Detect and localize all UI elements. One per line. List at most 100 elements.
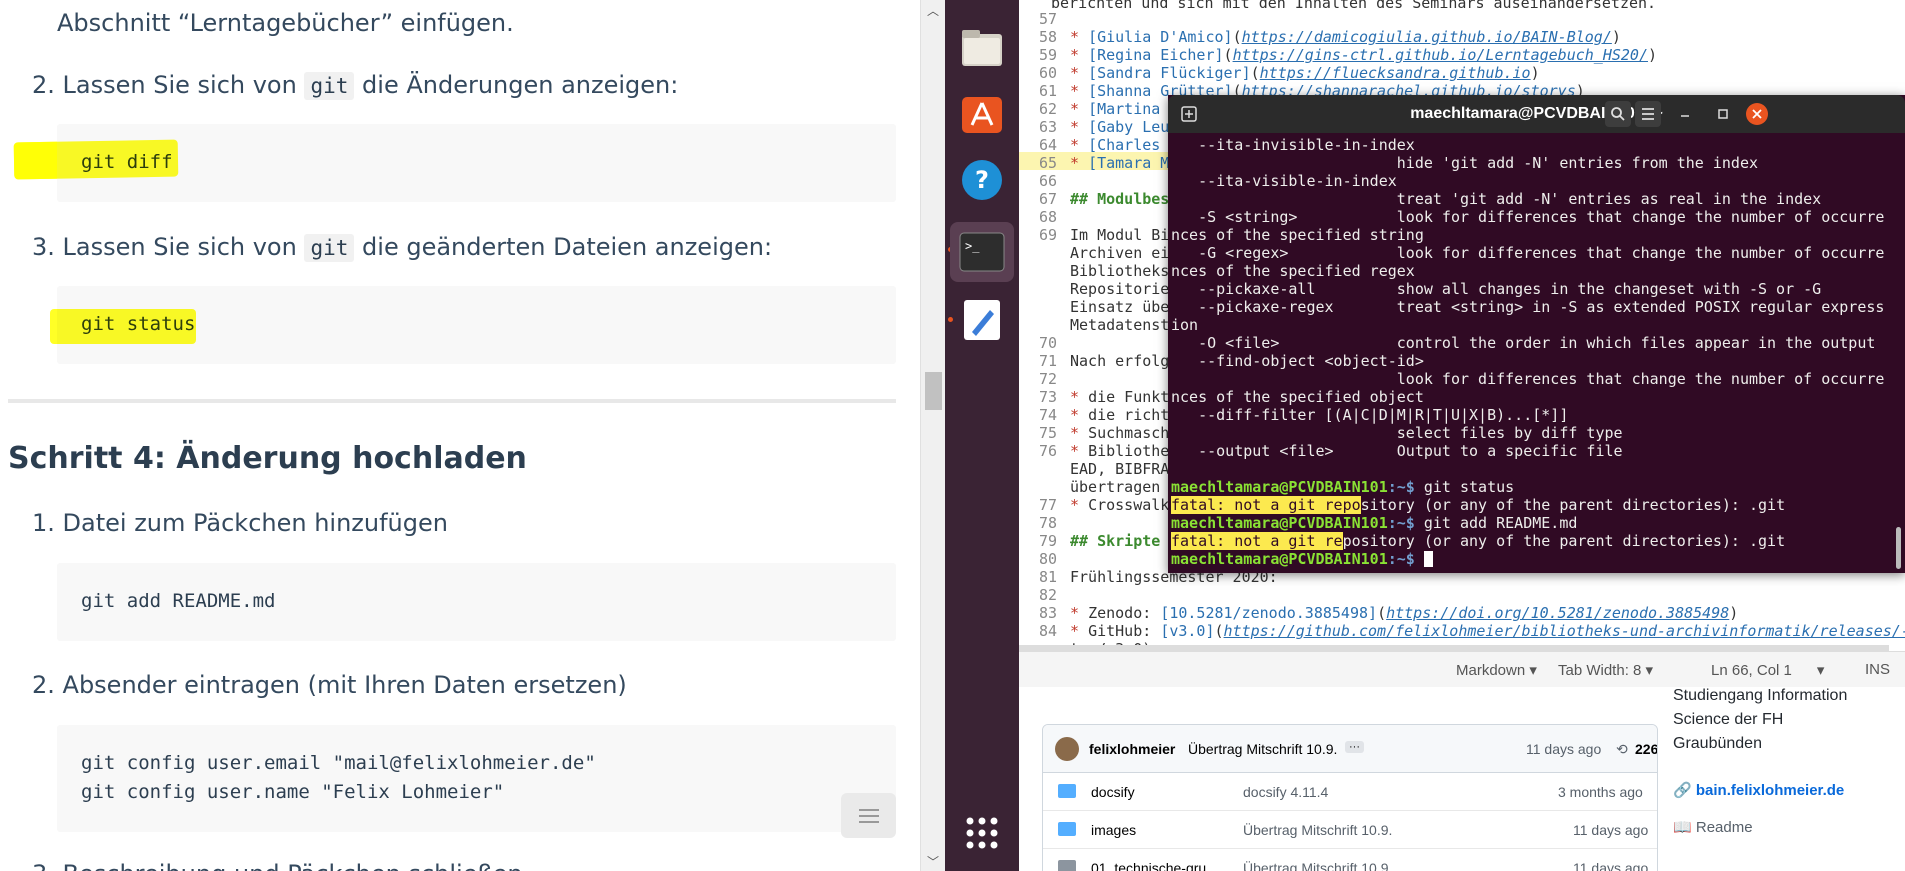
minimize-icon[interactable]	[1672, 101, 1698, 127]
maximize-icon[interactable]	[1710, 101, 1736, 127]
terminal-scrollbar[interactable]	[1896, 527, 1901, 569]
editor-line: EAD, BIBFRAME	[1019, 460, 1187, 478]
help-icon[interactable]: ?	[957, 155, 1007, 205]
terminal-line: -O <file> control the order in which fil…	[1171, 334, 1876, 352]
history-icon[interactable]: ⟲	[1616, 741, 1628, 758]
editor-line: Bibliothekska	[1019, 262, 1187, 280]
editor-line: 64 * [Charles Wi	[1019, 136, 1187, 154]
expand-commit-button[interactable]: ···	[1345, 741, 1364, 753]
show-apps-icon[interactable]	[957, 808, 1007, 858]
list-item-2: 2. Absender eintragen (mit Ihren Daten e…	[32, 671, 627, 699]
md-bullet: *	[1070, 100, 1080, 118]
md-bullet: *	[1070, 154, 1080, 172]
hamburger-menu-icon[interactable]	[1635, 101, 1661, 127]
terminal-line: look for differences that change the num…	[1171, 370, 1885, 388]
step-2-text: 2. Lassen Sie sich von git die Änderunge…	[32, 71, 679, 100]
md-link-text: [Giulia D'Amico]	[1088, 28, 1233, 46]
file-name[interactable]: docsify	[1091, 784, 1135, 800]
step-2-suffix: die Änderungen anzeigen:	[362, 71, 679, 99]
commit-age[interactable]: 11 days ago	[1526, 741, 1601, 757]
md-bullet: *	[1070, 82, 1080, 100]
editor-line: 69 Im Modul Bibl	[1019, 226, 1187, 244]
commit-count[interactable]: 226	[1635, 741, 1657, 757]
tab-width-selector[interactable]: Tab Width: 8 ▾	[1558, 661, 1653, 679]
scrollbar-thumb[interactable]	[925, 372, 942, 410]
line-number: 61	[1038, 82, 1057, 100]
line-number: 72	[1038, 370, 1057, 388]
file-commit-message[interactable]: Übertrag Mitschrift 10.9.	[1243, 822, 1392, 838]
readme-link[interactable]: 📖 Readme	[1673, 818, 1753, 836]
terminal-titlebar[interactable]: maechltamara@PCVDBAIN101: ~	[1168, 95, 1905, 133]
scroll-down-arrow-icon[interactable]: ﹀	[927, 853, 939, 870]
github-page: felixlohmeier Übertrag Mitschrift 10.9. …	[1019, 687, 1905, 871]
file-name[interactable]: 01_technische-gru	[1091, 860, 1206, 871]
terminal-output[interactable]: --ita-invisible-in-index hide 'git add -…	[1171, 136, 1891, 568]
prompt-user: maechltamara@PCVDBAIN101	[1171, 514, 1388, 532]
editor-line: 72	[1019, 370, 1070, 388]
language-selector[interactable]: Markdown ▾	[1456, 661, 1537, 679]
terminal-line: hide 'git add -N' entries from the index	[1171, 154, 1758, 172]
md-bullet: *	[1070, 64, 1080, 82]
file-row[interactable]: images Übertrag Mitschrift 10.9. 11 days…	[1043, 811, 1657, 849]
commit-message-link[interactable]: Übertrag Mitschrift 10.9.	[1188, 741, 1337, 757]
md-link-text: [10.5281/zenodo.3885498]	[1160, 604, 1378, 622]
editor-line: Archiven eing	[1019, 244, 1187, 262]
md-text: Crosswalks	[1088, 496, 1179, 514]
line-number: 67	[1038, 190, 1057, 208]
code-block-git-config: git config user.email "mail@felixlohmeie…	[57, 725, 896, 832]
docs-scrollbar[interactable]: ︿ ﹀	[920, 0, 945, 871]
terminal-line: -G <regex> look for differences that cha…	[1171, 244, 1885, 262]
code-block-git-add: git add README.md	[57, 563, 896, 641]
website-link[interactable]: 🔗 bain.felixlohmeier.de	[1673, 781, 1844, 799]
file-row[interactable]: 01_technische-gru Übertrag Mitschrift 10…	[1043, 849, 1657, 871]
editor-line: Metadatenstan	[1019, 316, 1187, 334]
readme-link-text[interactable]: Readme	[1696, 819, 1753, 836]
line-number: 81	[1038, 568, 1057, 586]
line-number: 66	[1038, 172, 1057, 190]
sidebar-toggle-button[interactable]	[841, 793, 896, 838]
file-age: 3 months ago	[1558, 784, 1643, 800]
files-icon[interactable]	[957, 23, 1007, 73]
terminal-prompt-line[interactable]: maechltamara@PCVDBAIN101:~$	[1171, 550, 1891, 568]
md-bullet: *	[1070, 388, 1080, 406]
file-icon	[1058, 860, 1076, 871]
search-icon[interactable]	[1605, 101, 1631, 127]
md-bullet: *	[1070, 442, 1080, 460]
folder-icon	[1058, 784, 1076, 798]
svg-text:>_: >_	[965, 239, 980, 253]
highlighted-error-text: fatal: not a git repo	[1171, 496, 1361, 514]
terminal-line: treat 'git add -N' entries as real in th…	[1171, 190, 1822, 208]
prompt-path: :~$	[1387, 550, 1415, 568]
command-text: git status	[1414, 478, 1515, 496]
scroll-up-arrow-icon[interactable]: ︿	[927, 2, 939, 19]
file-age: 11 days ago	[1573, 822, 1649, 838]
editor-line: 71 Nach erfolgre	[1019, 352, 1187, 370]
terminal-window[interactable]: maechltamara@PCVDBAIN101: ~ --ita-invisi…	[1168, 95, 1905, 573]
highlighted-error-text: fatal: not a git re	[1171, 532, 1343, 550]
about-text-line: Studiengang Information	[1673, 687, 1848, 704]
avatar[interactable]	[1055, 737, 1079, 761]
editor-line: 80	[1019, 550, 1070, 568]
commit-author-link[interactable]: felixlohmeier	[1089, 741, 1175, 757]
editor-line: 66	[1019, 172, 1070, 190]
cursor-position[interactable]: Ln 66, Col 1 ▾	[1711, 661, 1824, 679]
line-number: 84	[1038, 622, 1057, 640]
terminal-icon[interactable]: >_	[950, 222, 1014, 282]
file-list: felixlohmeier Übertrag Mitschrift 10.9. …	[1042, 724, 1658, 871]
website-link-text[interactable]: bain.felixlohmeier.de	[1696, 782, 1844, 799]
md-link-text: [Sandra Flückiger]	[1088, 64, 1251, 82]
software-center-icon[interactable]	[957, 88, 1007, 138]
file-name[interactable]: images	[1091, 822, 1136, 838]
file-commit-message[interactable]: docsify 4.11.4	[1243, 784, 1328, 800]
md-bullet: *	[1070, 496, 1080, 514]
svg-text:?: ?	[975, 166, 989, 194]
list-item-1: 1. Datei zum Päckchen hinzufügen	[32, 509, 448, 537]
file-row[interactable]: docsify docsify 4.11.4 3 months ago	[1043, 773, 1657, 811]
text-editor-icon[interactable]	[957, 295, 1007, 345]
line-number: 69	[1038, 226, 1057, 244]
file-commit-message[interactable]: Übertrag Mitschrift 10.9.	[1243, 860, 1392, 871]
terminal-error-line: fatal: not a git repository (or any of t…	[1171, 532, 1891, 550]
editor-line: 60 * [Sandra Flückiger](https://fluecksan…	[1019, 64, 1540, 82]
close-icon[interactable]	[1746, 103, 1768, 125]
